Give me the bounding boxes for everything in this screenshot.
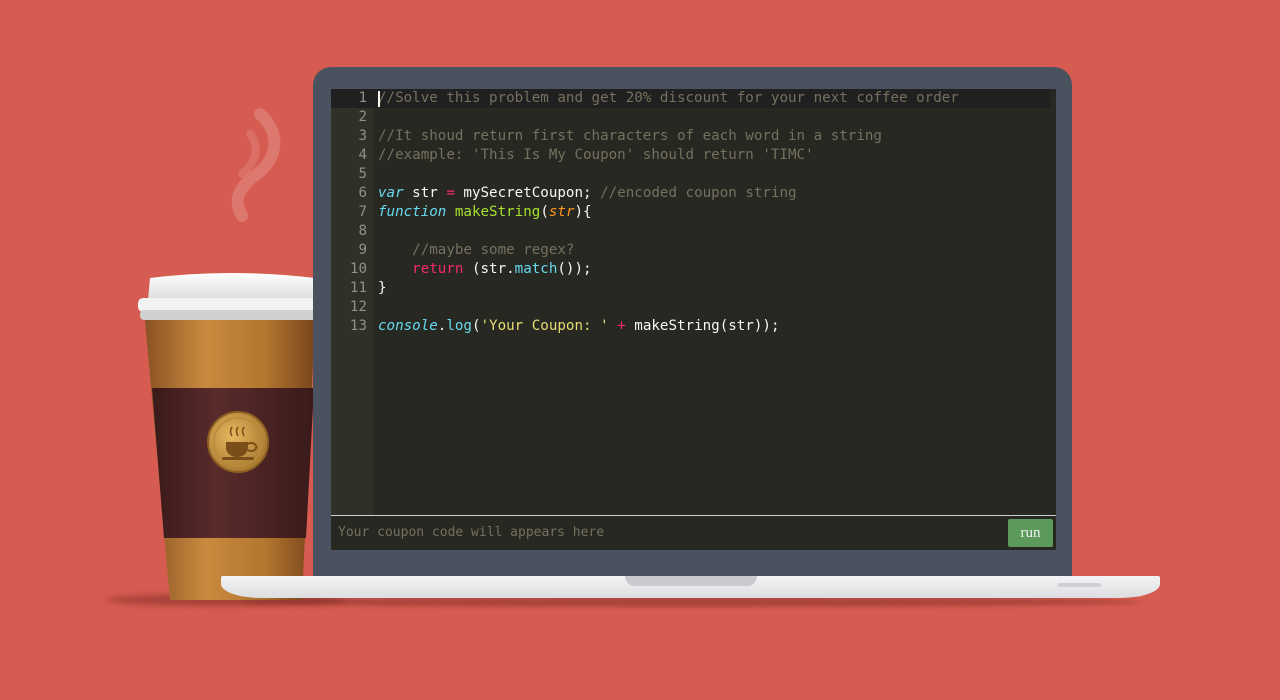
code-line[interactable]: 5 <box>331 165 1056 184</box>
code-line[interactable]: 12 <box>331 298 1056 317</box>
line-number: 7 <box>358 204 367 220</box>
code-token: //example: 'This Is My Coupon' should re… <box>378 147 814 163</box>
code-text: //Solve this problem and get 20% discoun… <box>378 89 959 108</box>
code-line[interactable]: 3 //It shoud return first characters of e… <box>331 127 1056 146</box>
code-line[interactable]: 10 return (str.match()); <box>331 260 1056 279</box>
code-text: //maybe some regex? <box>378 241 574 260</box>
code-editor[interactable]: 1 //Solve this problem and get 20% discou… <box>331 89 1056 515</box>
code-token: ()); <box>557 261 592 277</box>
code-token: return <box>412 261 464 277</box>
text-cursor <box>378 91 380 107</box>
laptop-shadow <box>240 597 1140 607</box>
code-token: str <box>548 204 575 220</box>
output-bar: Your coupon code will appears here run <box>331 515 1056 550</box>
code-line[interactable]: 9 //maybe some regex? <box>331 241 1056 260</box>
code-token: log <box>446 318 472 334</box>
line-number: 10 <box>349 261 367 277</box>
code-text: console.log('Your Coupon: ' + makeString… <box>378 317 779 336</box>
line-number: 4 <box>358 147 367 163</box>
code-token: 'Your Coupon: ' <box>480 318 609 334</box>
code-line[interactable]: 4 //example: 'This Is My Coupon' should r… <box>331 146 1056 165</box>
coupon-output: Your coupon code will appears here <box>338 525 605 540</box>
line-number: 5 <box>358 166 367 182</box>
code-token: var <box>378 185 404 201</box>
code-token: mySecretCoupon; <box>454 185 601 201</box>
code-token: //Solve this problem and get 20% discoun… <box>378 90 959 106</box>
line-number: 3 <box>358 128 367 144</box>
code-token: (str. <box>463 261 515 277</box>
code-line[interactable]: 13 console.log('Your Coupon: ' + makeStri… <box>331 317 1056 336</box>
line-number: 11 <box>349 280 367 296</box>
code-token: console <box>378 318 438 334</box>
steam-decoration <box>231 108 281 222</box>
code-line[interactable]: 6 var str = mySecretCoupon; //encoded cou… <box>331 184 1056 203</box>
code-token: //encoded coupon string <box>600 185 797 201</box>
line-number: 8 <box>358 223 367 239</box>
run-button[interactable]: run <box>1008 519 1053 547</box>
code-token: makeString <box>454 204 541 220</box>
code-text: } <box>378 279 387 298</box>
code-text: var str = mySecretCoupon; //encoded coup… <box>378 184 797 203</box>
laptop-indicator <box>1058 583 1101 587</box>
code-token: makeString(str)); <box>625 318 780 334</box>
code-line[interactable]: 11} <box>331 279 1056 298</box>
code-text: function makeString(str){ <box>378 203 592 222</box>
code-token: ( <box>471 318 481 334</box>
line-number: 9 <box>358 242 367 258</box>
code-token: = <box>446 185 455 201</box>
code-text: //It shoud return first characters of ea… <box>378 127 882 146</box>
code-token: //It shoud return first characters of ea… <box>378 128 882 144</box>
line-number: 1 <box>358 90 367 106</box>
code-token: function <box>378 204 447 220</box>
line-number: 6 <box>358 185 367 201</box>
code-line[interactable]: 2 <box>331 108 1056 127</box>
coffee-cup-image <box>130 270 330 605</box>
line-number: 12 <box>349 299 367 315</box>
line-number: 13 <box>349 318 367 334</box>
code-lines[interactable]: 1 //Solve this problem and get 20% discou… <box>331 89 1056 336</box>
code-token: match <box>514 261 558 277</box>
code-token: str <box>403 185 447 201</box>
code-line[interactable]: 8 <box>331 222 1056 241</box>
code-line[interactable]: 1 //Solve this problem and get 20% discou… <box>331 89 1056 108</box>
code-token: //maybe some regex? <box>378 242 575 258</box>
code-text: //example: 'This Is My Coupon' should re… <box>378 146 814 165</box>
code-text: return (str.match()); <box>378 260 592 279</box>
code-token: ( <box>540 204 549 220</box>
line-number: 2 <box>358 109 367 125</box>
code-token: } <box>378 280 387 296</box>
code-token: + <box>617 318 626 334</box>
code-line[interactable]: 7 function makeString(str){ <box>331 203 1056 222</box>
laptop-notch <box>625 576 757 586</box>
code-token: ){ <box>574 204 592 220</box>
